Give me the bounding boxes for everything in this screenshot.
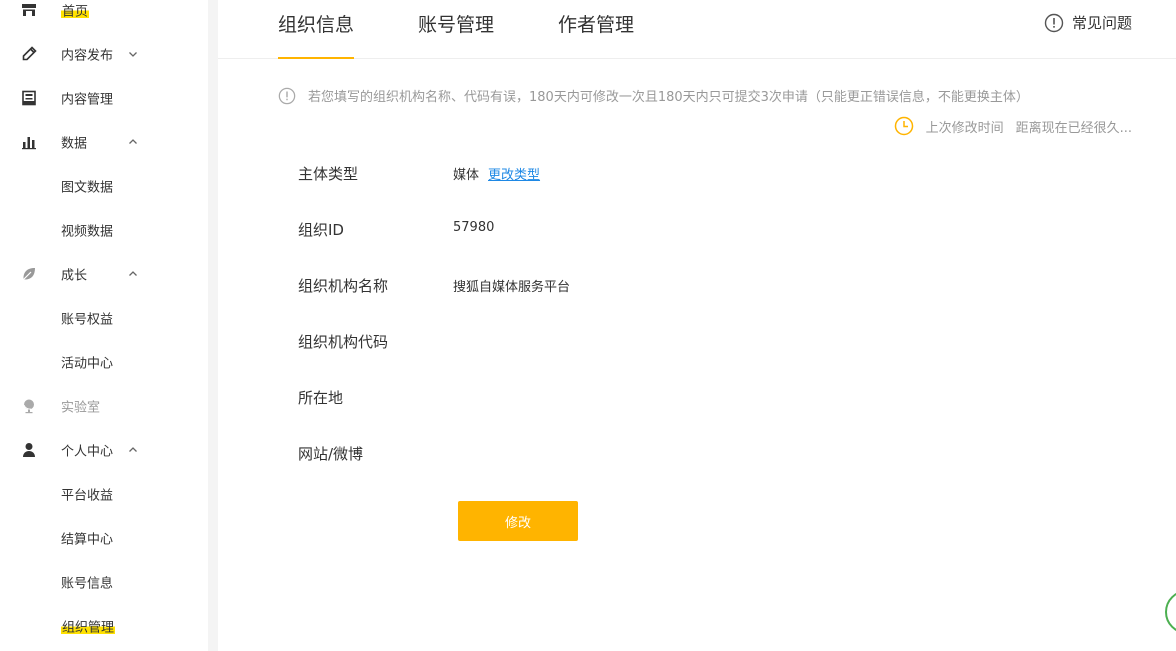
home-icon — [21, 2, 37, 18]
chevron-down-icon — [128, 49, 138, 59]
field-value: 媒体 更改类型 — [453, 164, 540, 183]
field-location: 所在地 — [298, 387, 998, 411]
field-value: 57980 — [453, 220, 495, 235]
sidebar-item-label: 平台收益 — [61, 488, 114, 504]
clock-icon — [894, 116, 914, 136]
pencil-icon — [21, 46, 37, 62]
sidebar-item-settlement-center[interactable]: 结算中心 — [0, 516, 208, 560]
chevron-up-icon — [128, 269, 138, 279]
field-org-code: 组织机构代码 — [298, 331, 998, 355]
field-website: 网站/微博 — [298, 443, 998, 467]
sidebar-item-home[interactable]: 首页 — [0, 0, 208, 32]
entity-type-value: 媒体 — [453, 168, 480, 183]
bar-chart-icon — [21, 134, 37, 150]
sidebar-item-label: 个人中心 — [61, 444, 114, 460]
tab-org-info[interactable]: 组织信息 — [278, 10, 355, 59]
last-modified-label: 上次修改时间 — [925, 120, 1004, 136]
field-org-name: 组织机构名称 搜狐自媒体服务平台 — [298, 275, 998, 299]
faq-label: 常见问题 — [1071, 14, 1132, 32]
sidebar-item-label: 组织管理 — [61, 616, 116, 636]
field-label: 所在地 — [298, 389, 344, 407]
sidebar-item-label: 结算中心 — [61, 532, 114, 548]
leaf-icon — [21, 266, 37, 282]
sidebar-item-account-info[interactable]: 账号信息 — [0, 560, 208, 604]
document-icon — [21, 90, 37, 106]
tab-bar: 组织信息 账号管理 作者管理 常见问题 — [218, 0, 1176, 59]
field-label: 组织ID — [298, 221, 344, 239]
sidebar-item-personal-center[interactable]: 个人中心 — [0, 428, 208, 472]
sidebar-item-publish[interactable]: 内容发布 — [0, 32, 208, 76]
globe-icon — [21, 398, 37, 414]
field-label: 主体类型 — [298, 165, 359, 183]
field-value: 搜狐自媒体服务平台 — [453, 280, 571, 295]
sidebar-item-label: 实验室 — [61, 400, 101, 416]
sidebar-item-video-data[interactable]: 视频数据 — [0, 208, 208, 252]
chevron-up-icon — [128, 445, 138, 455]
sidebar-item-data[interactable]: 数据 — [0, 120, 208, 164]
change-type-link[interactable]: 更改类型 — [488, 168, 540, 183]
notice-text: 若您填写的组织机构名称、代码有误，180天内可修改一次且180天内只可提交3次申… — [308, 90, 1029, 105]
field-label: 组织机构代码 — [298, 333, 389, 351]
field-entity-type: 主体类型 媒体 更改类型 — [298, 163, 998, 187]
faq-link[interactable]: 常见问题 — [1044, 12, 1132, 33]
info-circle-icon — [278, 87, 296, 105]
field-label: 网站/微博 — [298, 445, 364, 463]
sidebar-item-label: 内容管理 — [61, 92, 114, 108]
sidebar-item-org-manage[interactable]: 组织管理 — [0, 604, 208, 648]
field-label: 组织机构名称 — [298, 277, 389, 295]
sidebar-item-activity-center[interactable]: 活动中心 — [0, 340, 208, 384]
edit-button[interactable]: 修改 — [458, 501, 578, 541]
sidebar-item-label: 数据 — [61, 136, 88, 152]
last-modified-value: 距离现在已经很久... — [1015, 120, 1132, 136]
sidebar-item-label: 账号权益 — [61, 312, 114, 328]
tab-author-manage[interactable]: 作者管理 — [558, 10, 634, 37]
sidebar-item-label: 内容发布 — [61, 48, 114, 64]
sidebar-item-label: 账号信息 — [61, 576, 114, 592]
info-circle-icon — [1044, 13, 1064, 33]
sidebar-item-label: 活动中心 — [61, 356, 114, 372]
notice-bar: 若您填写的组织机构名称、代码有误，180天内可修改一次且180天内只可提交3次申… — [278, 86, 1029, 105]
last-modified: 上次修改时间 距离现在已经很久... — [894, 116, 1132, 136]
chevron-up-icon — [128, 137, 138, 147]
sidebar-item-growth[interactable]: 成长 — [0, 252, 208, 296]
sidebar-item-lab[interactable]: 实验室 — [0, 384, 208, 428]
main-panel: 组织信息 账号管理 作者管理 常见问题 若您填写的组织机构名称、代码有误，180… — [218, 0, 1176, 651]
field-org-id: 组织ID 57980 — [298, 219, 998, 243]
sidebar-item-article-data[interactable]: 图文数据 — [0, 164, 208, 208]
sidebar: 首页 内容发布 内容管理 数据 图文数据 视频数据 成长 账号权益 活动中心 实… — [0, 0, 208, 651]
user-icon — [21, 442, 37, 458]
sidebar-item-label: 首页 — [61, 0, 90, 20]
sidebar-item-account-rights[interactable]: 账号权益 — [0, 296, 208, 340]
tab-account-manage[interactable]: 账号管理 — [418, 10, 494, 37]
sidebar-item-label: 成长 — [61, 268, 88, 284]
sidebar-item-label: 图文数据 — [61, 180, 114, 196]
sidebar-item-content-manage[interactable]: 内容管理 — [0, 76, 208, 120]
sidebar-item-label: 视频数据 — [61, 224, 114, 240]
sidebar-item-platform-income[interactable]: 平台收益 — [0, 472, 208, 516]
